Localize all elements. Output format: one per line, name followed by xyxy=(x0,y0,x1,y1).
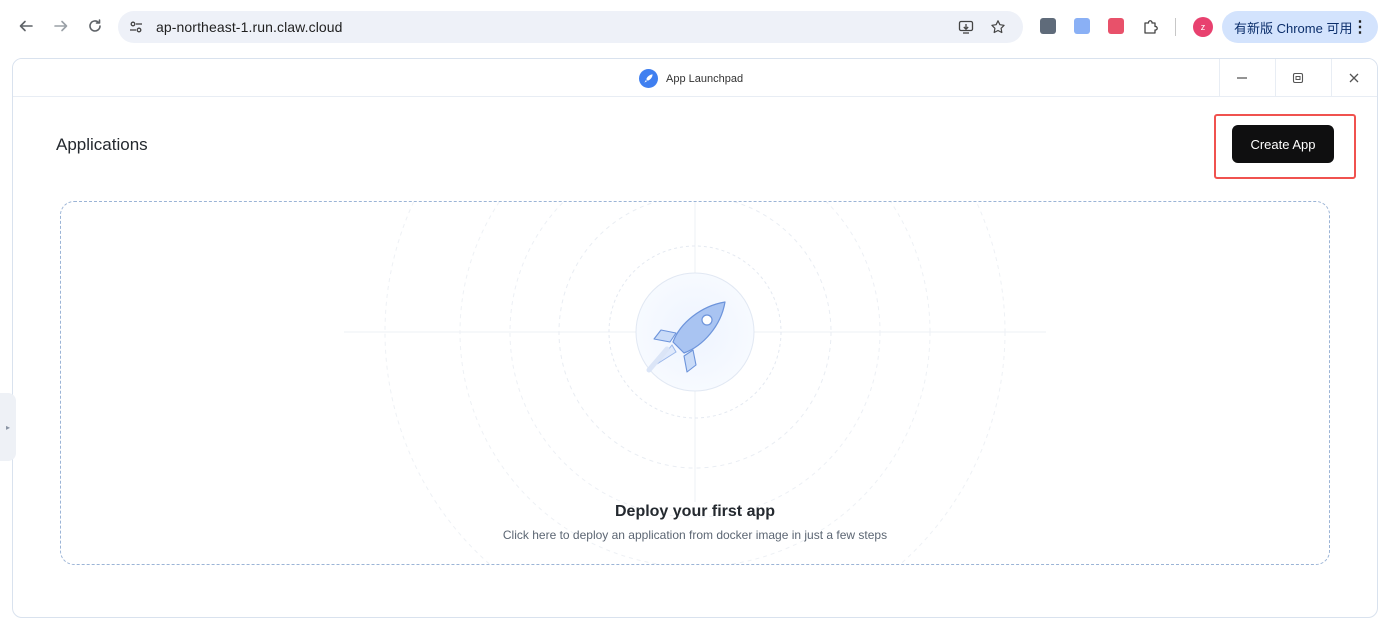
address-bar[interactable]: ap-northeast-1.run.claw.cloud xyxy=(118,11,1023,43)
site-settings-icon[interactable] xyxy=(126,17,146,37)
toolbar-divider xyxy=(1175,18,1176,36)
sidebar-toggle-handle[interactable]: ▸ xyxy=(0,393,16,461)
rocket-logo-icon xyxy=(639,69,658,88)
menu-dots-icon[interactable]: ⋮ xyxy=(1352,17,1368,37)
page-title: Applications xyxy=(56,135,148,154)
chevron-right-icon: ▸ xyxy=(5,422,10,432)
create-app-button[interactable]: Create App xyxy=(1232,125,1334,163)
reload-icon[interactable] xyxy=(83,14,107,38)
window-title-group: App Launchpad xyxy=(639,69,743,88)
empty-state-title: Deploy your first app xyxy=(614,503,776,520)
app-window: App Launchpad Applications Create App De… xyxy=(12,58,1378,618)
window-title: App Launchpad xyxy=(666,72,744,85)
url-text[interactable]: ap-northeast-1.run.claw.cloud xyxy=(156,19,343,35)
chrome-update-button[interactable]: 有新版 Chrome 可用 ⋮ xyxy=(1222,11,1378,43)
empty-state-dropzone[interactable]: Deploy your first app Click here to depl… xyxy=(60,201,1330,565)
close-icon[interactable] xyxy=(1331,59,1375,97)
empty-state-subtitle: Click here to deploy an application from… xyxy=(502,528,888,542)
extension-window-icon[interactable] xyxy=(1040,18,1056,34)
bookmark-star-icon[interactable] xyxy=(988,17,1008,37)
back-arrow-icon[interactable] xyxy=(14,14,38,38)
window-titlebar: App Launchpad xyxy=(13,59,1377,97)
update-label: 有新版 Chrome 可用 xyxy=(1234,20,1353,36)
browser-toolbar: ap-northeast-1.run.claw.cloud z 有新版 Chro… xyxy=(0,0,1382,56)
extension-blue-icon[interactable] xyxy=(1074,18,1090,34)
extensions-puzzle-icon[interactable] xyxy=(1139,15,1163,39)
extension-chart-icon[interactable] xyxy=(1108,18,1124,34)
profile-avatar[interactable]: z xyxy=(1193,17,1213,37)
restore-icon[interactable] xyxy=(1275,59,1319,97)
forward-arrow-icon[interactable] xyxy=(49,14,73,38)
install-app-icon[interactable] xyxy=(956,17,976,37)
minimize-icon[interactable] xyxy=(1219,59,1263,97)
